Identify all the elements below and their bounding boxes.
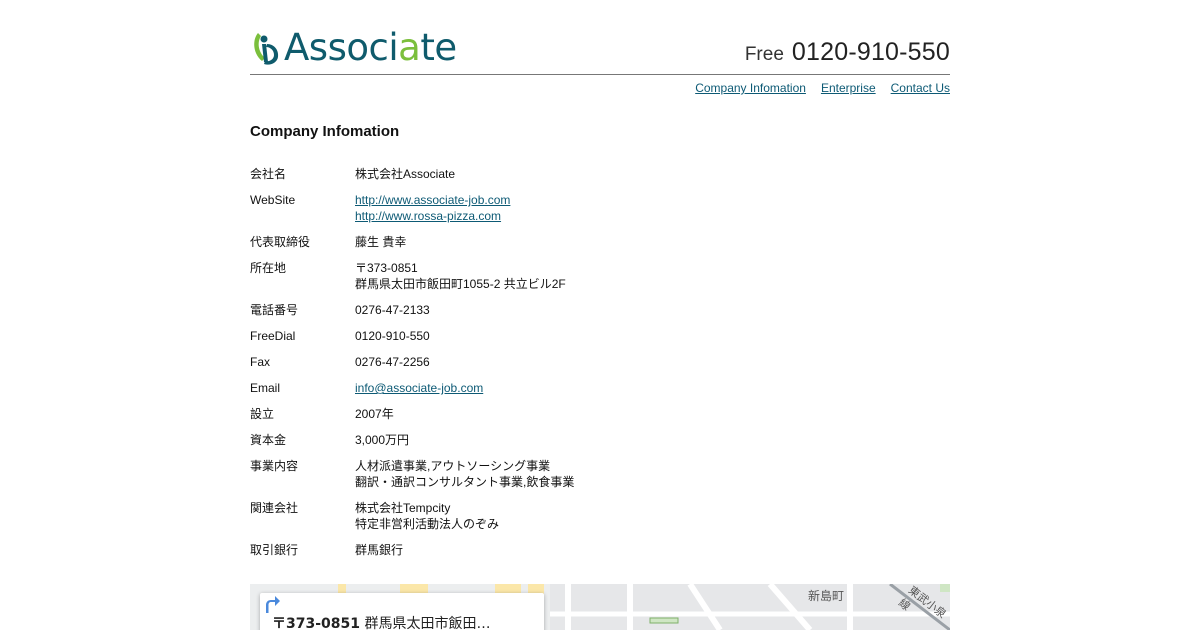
info-row-fax: Fax 0276-47-2256 bbox=[250, 354, 950, 370]
info-value: 2007年 bbox=[355, 407, 394, 421]
info-value-related-2: 特定非営利活動法人のぞみ bbox=[355, 517, 500, 531]
site-header: Associate Free 0120-910-550 bbox=[250, 0, 950, 75]
info-label: FreeDial bbox=[250, 329, 296, 343]
info-label: 関連会社 bbox=[250, 501, 299, 515]
email-link[interactable]: info@associate-job.com bbox=[355, 381, 483, 395]
info-label: 資本金 bbox=[250, 433, 287, 447]
info-value: 0276-47-2256 bbox=[355, 355, 430, 369]
info-label: 会社名 bbox=[250, 167, 287, 181]
info-row-address: 所在地 〒373-0851 群馬県太田市飯田町1055-2 共立ビル2F bbox=[250, 260, 950, 292]
site-logo[interactable]: Associate bbox=[250, 26, 457, 69]
map-place-card: 〒373-0851 群馬県太田市飯田… bbox=[260, 593, 544, 630]
nav-company-info[interactable]: Company Infomation bbox=[695, 81, 806, 95]
info-row-email: Email info@associate-job.com bbox=[250, 380, 950, 396]
directions-icon[interactable] bbox=[260, 593, 282, 615]
info-row-bank: 取引銀行 群馬銀行 bbox=[250, 542, 950, 558]
website-link-associate[interactable]: http://www.associate-job.com bbox=[355, 193, 510, 207]
nav-contact-us[interactable]: Contact Us bbox=[891, 81, 950, 95]
info-value: 0120-910-550 bbox=[355, 329, 430, 343]
info-label: Email bbox=[250, 381, 281, 395]
map-card-address: 〒373-0851 群馬県太田市飯田… bbox=[272, 616, 491, 630]
info-row-ceo: 代表取締役 藤生 貴幸 bbox=[250, 234, 950, 250]
website-link-rossa-pizza[interactable]: http://www.rossa-pizza.com bbox=[355, 209, 501, 223]
info-row-founded: 設立 2007年 bbox=[250, 406, 950, 422]
info-value: 3,000万円 bbox=[355, 433, 410, 447]
logo-text: Associate bbox=[284, 26, 457, 69]
page-title: Company Infomation bbox=[250, 123, 400, 140]
logo-mark-icon bbox=[254, 33, 279, 65]
company-info-table: 会社名 株式会社Associate WebSite http://www.ass… bbox=[250, 166, 950, 568]
info-label: 所在地 bbox=[250, 261, 287, 275]
info-row-related: 関連会社 株式会社Tempcity 特定非営利活動法人のぞみ bbox=[250, 500, 950, 532]
info-label: 設立 bbox=[250, 407, 275, 421]
info-label: 代表取締役 bbox=[250, 235, 311, 249]
info-value-business-1: 人材派遣事業,アウトソーシング事業 bbox=[355, 459, 551, 473]
info-row-business: 事業内容 人材派遣事業,アウトソーシング事業 翻訳・通訳コンサルタント事業,飲食… bbox=[250, 458, 950, 490]
info-value: 群馬銀行 bbox=[355, 543, 404, 557]
info-row-website: WebSite http://www.associate-job.com htt… bbox=[250, 192, 950, 224]
phone-label: Free bbox=[744, 44, 784, 65]
info-label: 事業内容 bbox=[250, 459, 299, 473]
main-nav: Company Infomation Enterprise Contact Us bbox=[695, 81, 950, 95]
info-row-company-name: 会社名 株式会社Associate bbox=[250, 166, 950, 182]
freedial-phone: Free 0120-910-550 bbox=[745, 38, 950, 67]
info-row-capital: 資本金 3,000万円 bbox=[250, 432, 950, 448]
info-value-address: 群馬県太田市飯田町1055-2 共立ビル2F bbox=[355, 277, 566, 291]
info-value: 藤生 貴幸 bbox=[355, 235, 407, 249]
info-row-tel: 電話番号 0276-47-2133 bbox=[250, 302, 950, 318]
nav-enterprise[interactable]: Enterprise bbox=[821, 81, 876, 95]
info-label: 電話番号 bbox=[250, 303, 299, 317]
info-value-postal: 〒373-0851 bbox=[355, 261, 418, 275]
info-row-freedial: FreeDial 0120-910-550 bbox=[250, 328, 950, 344]
info-label: 取引銀行 bbox=[250, 543, 299, 557]
map-area-label: 新島町 bbox=[808, 589, 845, 603]
info-label: Fax bbox=[250, 355, 271, 369]
info-value-related-1: 株式会社Tempcity bbox=[355, 501, 451, 515]
phone-number: 0120-910-550 bbox=[791, 38, 950, 66]
info-value: 株式会社Associate bbox=[355, 167, 456, 181]
info-value: 0276-47-2133 bbox=[355, 303, 430, 317]
embedded-map[interactable]: 新島町 東武小泉線 〒373-0851 群馬県太田市飯田… bbox=[250, 584, 950, 630]
info-label: WebSite bbox=[250, 193, 296, 207]
info-value-business-2: 翻訳・通訳コンサルタント事業,飲食事業 bbox=[355, 475, 575, 489]
